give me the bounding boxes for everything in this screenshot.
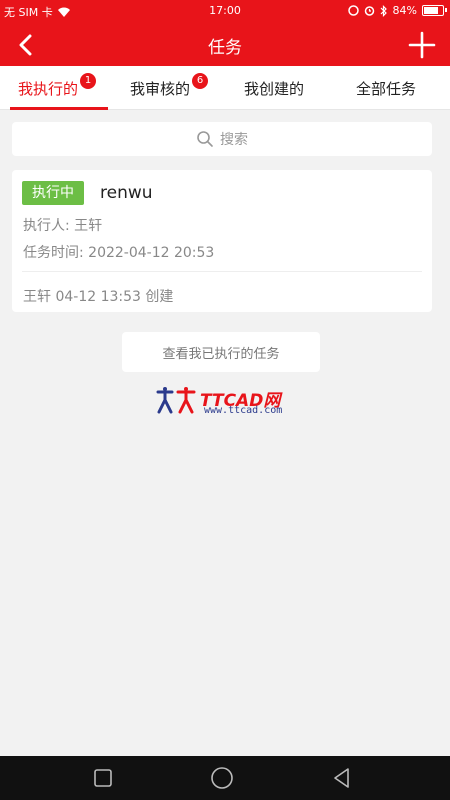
active-tab-indicator: [10, 107, 108, 110]
tab-label: 全部任务: [356, 79, 417, 98]
watermark: TTCAD网 www.ttcad.com: [156, 386, 296, 420]
tab-badge: 6: [192, 73, 209, 89]
tab-label: 我执行的: [18, 79, 79, 98]
search-icon: [197, 131, 213, 147]
system-back-button[interactable]: [330, 766, 354, 790]
card-divider: [22, 271, 422, 272]
watermark-url: www.ttcad.com: [204, 405, 283, 416]
tab-my-executed[interactable]: 我执行的 1: [18, 66, 97, 110]
tab-my-created[interactable]: 我创建的: [244, 66, 304, 110]
search-bar[interactable]: 搜索: [12, 122, 432, 156]
ttcad-logo-icon: [156, 387, 196, 414]
nav-bar: 任务: [0, 22, 450, 66]
system-nav-bar: [0, 756, 450, 800]
task-title: renwu: [100, 183, 153, 203]
battery-fill: [424, 7, 438, 14]
alarm-icon: [364, 6, 374, 16]
tab-label: 我创建的: [244, 79, 305, 98]
tab-all-tasks[interactable]: 全部任务: [356, 66, 416, 110]
status-bar: 无 SIM 卡 17:00 84%: [0, 0, 450, 22]
notification-icon: [347, 5, 359, 16]
task-time: 任务时间: 2022-04-12 20:53: [23, 245, 215, 261]
square-icon: [94, 769, 112, 787]
tab-label: 我审核的: [130, 79, 191, 98]
view-executed-tasks-button[interactable]: 查看我已执行的任务: [122, 332, 320, 372]
task-created: 王轩 04-12 13:53 创建: [23, 289, 174, 305]
battery-icon: [422, 5, 447, 16]
page-title: 任务: [208, 38, 242, 58]
battery-percent: 84%: [392, 4, 417, 17]
tab-my-reviewed[interactable]: 我审核的 6: [130, 66, 209, 110]
bluetooth-icon: [380, 4, 387, 17]
status-badge: 执行中: [22, 181, 84, 205]
task-card[interactable]: 执行中 renwu 执行人: 王轩 任务时间: 2022-04-12 20:53…: [12, 170, 432, 312]
home-button[interactable]: [210, 766, 234, 790]
circle-icon: [211, 767, 233, 789]
add-task-button[interactable]: [408, 31, 436, 59]
tab-badge: 1: [80, 73, 97, 89]
triangle-back-icon: [334, 768, 349, 788]
recent-apps-button[interactable]: [91, 766, 115, 790]
search-placeholder: 搜索: [220, 132, 248, 148]
plus-icon: [408, 31, 436, 59]
task-tabs: 我执行的 1 我审核的 6 我创建的 全部任务: [0, 66, 450, 110]
task-executor: 执行人: 王轩: [23, 218, 103, 234]
